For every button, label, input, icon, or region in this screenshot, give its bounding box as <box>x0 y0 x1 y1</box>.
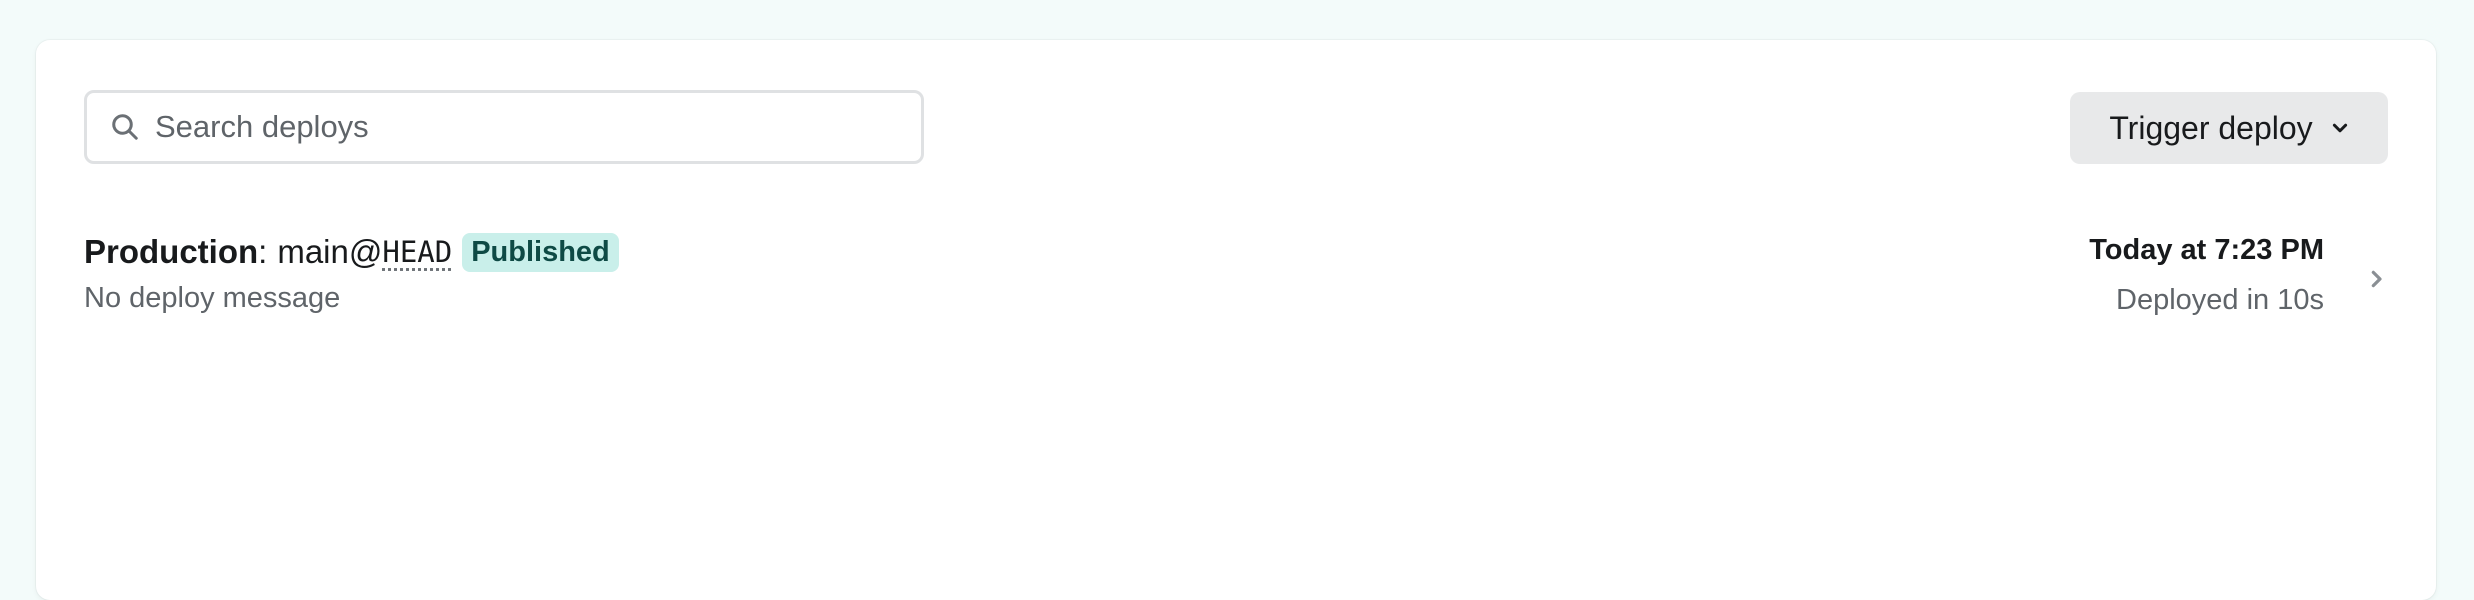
deploy-ref[interactable]: HEAD <box>382 235 452 269</box>
search-icon <box>109 111 141 143</box>
status-badge: Published <box>462 232 619 272</box>
chevron-right-icon <box>2364 264 2388 294</box>
deploy-branch: main@ <box>277 233 383 270</box>
search-input[interactable] <box>155 109 875 145</box>
deploys-panel: Trigger deploy Production: main@HEAD Pub… <box>36 40 2436 600</box>
search-box[interactable] <box>84 90 924 164</box>
chevron-down-icon <box>2331 119 2349 137</box>
deploy-message: No deploy message <box>84 282 341 314</box>
deploy-separator: : <box>258 233 268 270</box>
deploy-duration: Deployed in 10s <box>2116 284 2324 316</box>
deploy-title: Production: main@ HEAD Published <box>84 230 619 274</box>
deploy-context: Production <box>84 233 259 270</box>
trigger-deploy-label: Trigger deploy <box>2109 109 2313 146</box>
deploy-list-item[interactable]: Production: main@ HEAD Published No deplo… <box>84 230 2388 340</box>
deploy-time: Today at 7:23 PM <box>2089 234 2324 266</box>
trigger-deploy-button[interactable]: Trigger deploy <box>2070 92 2388 164</box>
